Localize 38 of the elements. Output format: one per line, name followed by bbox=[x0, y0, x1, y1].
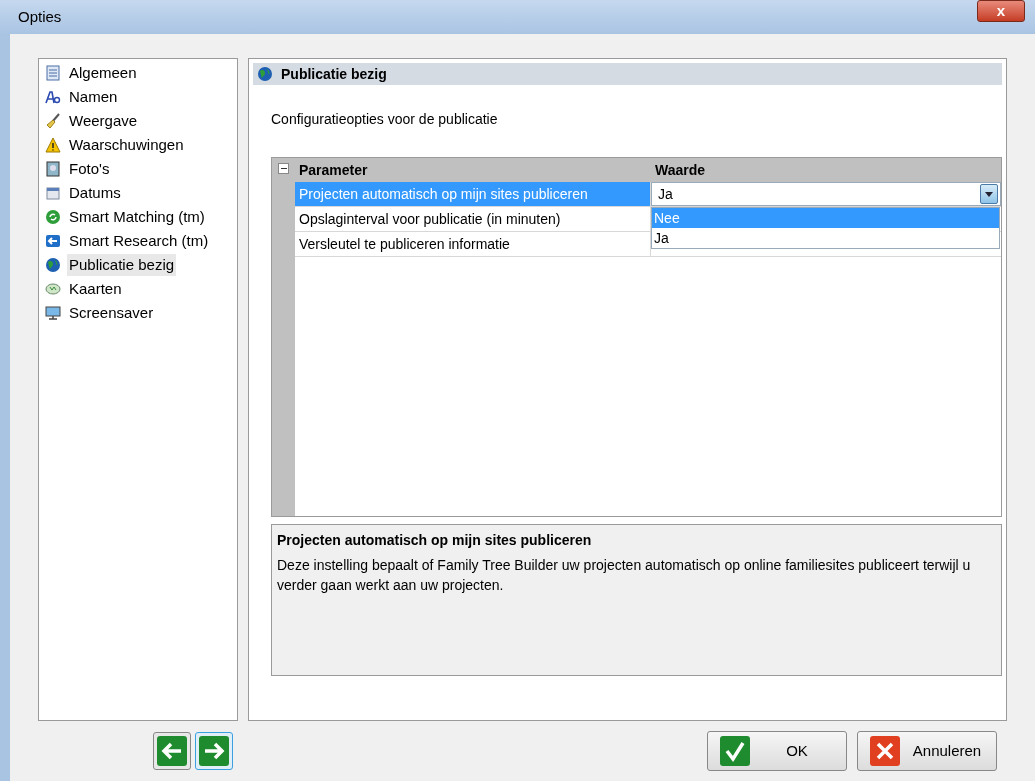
category-item[interactable]: Foto's bbox=[45, 157, 231, 181]
window-title: Opties bbox=[18, 6, 62, 27]
monitor-icon bbox=[45, 305, 61, 321]
warning-icon bbox=[45, 137, 61, 153]
close-button[interactable]: x bbox=[977, 0, 1025, 22]
portrait-icon bbox=[45, 161, 61, 177]
category-item[interactable]: Weergave bbox=[45, 109, 231, 133]
globe-icon bbox=[257, 66, 273, 82]
category-item[interactable]: Kaarten bbox=[45, 277, 231, 301]
category-item[interactable]: Datums bbox=[45, 181, 231, 205]
category-item[interactable]: Screensaver bbox=[45, 301, 231, 325]
value-dropdown[interactable]: Ja bbox=[651, 182, 1001, 206]
category-item[interactable]: Algemeen bbox=[45, 61, 231, 85]
checkmark-icon bbox=[720, 736, 750, 766]
category-item[interactable]: Smart Research (tm) bbox=[45, 229, 231, 253]
forward-button[interactable] bbox=[195, 732, 233, 770]
globe-icon bbox=[45, 257, 61, 273]
category-item[interactable]: Smart Matching (tm) bbox=[45, 205, 231, 229]
panel-subtitle: Configuratieopties voor de publicatie bbox=[271, 110, 499, 129]
calendar-icon bbox=[45, 185, 61, 201]
map-icon bbox=[45, 281, 61, 297]
collapse-icon[interactable] bbox=[278, 163, 289, 174]
category-item[interactable]: Namen bbox=[45, 85, 231, 109]
font-icon bbox=[45, 89, 61, 105]
document-icon bbox=[45, 65, 61, 81]
back-button[interactable] bbox=[153, 732, 191, 770]
recycle-icon bbox=[45, 209, 61, 225]
cancel-button[interactable]: Annuleren bbox=[857, 731, 997, 771]
ok-button[interactable]: OK bbox=[707, 731, 847, 771]
column-header: Waarde bbox=[654, 160, 706, 180]
brush-icon bbox=[45, 113, 61, 129]
cross-icon bbox=[870, 736, 900, 766]
description-title: Projecten automatisch op mijn sites publiceren bbox=[277, 531, 593, 550]
panel-title: Publicatie bezig bbox=[281, 64, 387, 84]
category-item[interactable]: Waarschuwingen bbox=[45, 133, 231, 157]
dropdown-option[interactable]: Ja bbox=[652, 228, 999, 248]
column-header: Parameter bbox=[298, 160, 369, 180]
description-text: Deze instelling bepaalt of Family Tree Builder uw projecten automatisch op online familiesites publiceert terwijl u verder gaan werkt aan uw projecten. bbox=[277, 556, 972, 595]
